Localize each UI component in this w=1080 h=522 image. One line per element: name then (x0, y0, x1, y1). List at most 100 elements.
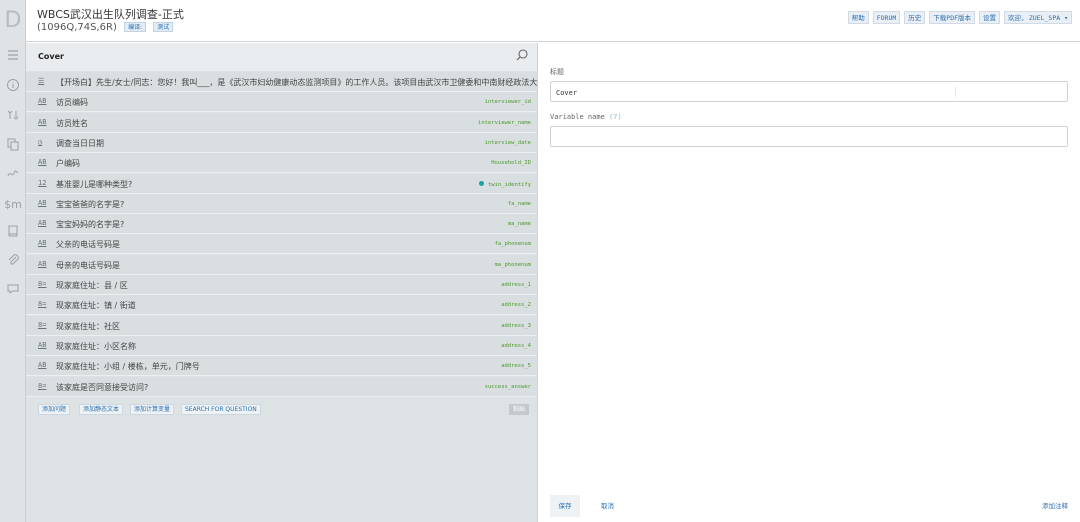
question-row[interactable]: 8= 现家庭住址：社区 address_3 (26, 315, 550, 336)
title-label: 标题 (550, 68, 564, 76)
question-row[interactable]: AB 访员姓名 interviewer_name (26, 112, 550, 133)
question-type-icon: AB (38, 198, 47, 207)
test-badge[interactable]: 测试 (153, 22, 174, 32)
copy-icon[interactable] (3, 137, 23, 157)
question-label: 母亲的电话号码是 (56, 260, 120, 270)
question-panel: Cover ☰ 【开场白】先生/女士/同志：您好！我叫___，是《武汉市妇幼健康动… (26, 43, 550, 522)
question-label: 户编码 (56, 159, 80, 169)
variable-name-text: address_2 (501, 302, 531, 309)
settings-link[interactable]: 设置 (979, 11, 1001, 24)
macro-icon[interactable]: $m (3, 195, 23, 215)
app-logo[interactable]: D (4, 6, 22, 36)
question-variable-name: interviewer_id (485, 99, 531, 105)
question-row[interactable]: ◷ 调查当日日期 interview_date (26, 132, 550, 153)
question-type-icon: ☰ (38, 77, 45, 85)
question-variable-name: interviewer_name (478, 120, 531, 126)
search-question-button[interactable]: SEARCH FOR QUESTION (181, 404, 261, 415)
variable-name-text: interviewer_id (484, 99, 531, 106)
forum-link[interactable]: FORUM (872, 11, 901, 24)
variable-name-input[interactable] (550, 126, 1068, 147)
question-row[interactable]: ☰ 【开场白】先生/女士/同志：您好！我叫___，是《武汉市妇幼健康动态监测项目》… (26, 72, 550, 92)
info-icon[interactable] (3, 78, 23, 98)
variable-name-text: Household_ID (491, 160, 531, 167)
stats-text: (1096Q,74S,6R) (37, 22, 117, 33)
question-label: 父亲的电话号码是 (56, 240, 120, 250)
question-type-icon: AB (38, 259, 47, 268)
question-type-icon: AB (38, 239, 47, 248)
variable-name-text: ma_name (507, 221, 531, 228)
add-variable-button[interactable]: 添加计算变量 (130, 404, 175, 415)
question-type-icon: AB (38, 158, 47, 167)
compile-badge[interactable]: 编译: (124, 22, 147, 32)
input-divider (955, 87, 956, 97)
question-variable-name: interview_date (485, 140, 531, 146)
question-label: 现家庭住址：镇 / 街道 (56, 301, 136, 311)
question-type-icon: AB (38, 117, 47, 126)
comment-icon[interactable] (3, 282, 23, 302)
question-type-icon: 8= (38, 280, 47, 288)
question-label: 现家庭住址：小组 / 楼栋，单元，门牌号 (56, 362, 200, 372)
cancel-button[interactable]: 取消 (601, 495, 614, 517)
top-nav: 帮助 FORUM 历史 下载PDF版本 设置 欢迎, ZUEL_SPA ▾ (847, 11, 1072, 24)
question-variable-name: success_answer (485, 384, 531, 390)
question-row[interactable]: AB 访员编码 interviewer_id (26, 92, 550, 113)
user-menu[interactable]: 欢迎, ZUEL_SPA ▾ (1004, 11, 1072, 24)
question-row[interactable]: 8= 现家庭住址：县 / 区 address_1 (26, 275, 550, 295)
question-variable-name: address_1 (501, 282, 531, 288)
question-label: 访员编码 (56, 98, 88, 108)
condition-dot-icon (478, 180, 484, 186)
download-pdf-link[interactable]: 下载PDF版本 (929, 11, 976, 24)
question-label: 【开场白】先生/女士/同志：您好！我叫___，是《武汉市妇幼健康动态监测项目》的… (56, 78, 540, 87)
title-input-value: Cover (556, 89, 578, 97)
search-icon[interactable] (515, 47, 529, 61)
question-type-icon: 8= (38, 381, 47, 390)
left-rail: D $m (0, 0, 26, 522)
question-row[interactable]: AB 宝宝爸爸的名字是? fa_name (26, 193, 550, 214)
save-button[interactable]: 保存 (550, 495, 580, 517)
question-row[interactable]: AB 户编码 Household_ID (26, 153, 550, 174)
section-header[interactable]: Cover (26, 43, 537, 71)
attachment-icon[interactable] (3, 253, 23, 273)
variable-name-label: Variable name (7) (550, 113, 622, 121)
question-row[interactable]: AB 宝宝妈妈的名字是? ma_name (26, 214, 550, 235)
question-row[interactable]: AB 母亲的电话号码是 ma_phonenum (26, 254, 550, 275)
add-question-button[interactable]: 添加问题 (38, 404, 71, 415)
history-link[interactable]: 历史 (904, 11, 926, 24)
question-type-icon: AB (38, 361, 47, 370)
menu-icon[interactable] (3, 48, 23, 68)
question-row[interactable]: AB 父亲的电话号码是 fa_phonenum (26, 234, 550, 255)
add-static-text-button[interactable]: 添加静态文本 (79, 404, 124, 415)
panel-footer: 添加问题 添加静态文本 添加计算变量 SEARCH FOR QUESTION 粘… (26, 396, 537, 426)
paste-button[interactable]: 粘贴 (508, 404, 529, 415)
variable-name-text: fa_name (507, 200, 531, 207)
section-title: Cover (38, 52, 64, 61)
question-label: 宝宝爸爸的名字是? (56, 199, 125, 209)
question-type-icon: AB (38, 219, 47, 228)
question-variable-name: fa_name (508, 201, 531, 207)
title-input[interactable]: Cover (550, 81, 1068, 102)
question-variable-name: address_2 (501, 302, 531, 308)
question-type-icon: AB (38, 97, 47, 106)
add-note-button[interactable]: 添加注释 (1042, 495, 1068, 517)
question-editor: 标题 Cover Variable name (7) 保存 取消 添加注释 (537, 43, 1080, 522)
book-icon[interactable] (3, 224, 23, 244)
question-label: 基准婴儿是哪种类型? (56, 179, 133, 189)
variable-name-label-text: Variable name (550, 113, 605, 121)
question-row[interactable]: 12 基准婴儿是哪种类型? twin_identify (26, 173, 550, 194)
question-variable-name: ma_phonenum (495, 262, 531, 268)
question-row[interactable]: 8= 现家庭住址：镇 / 街道 address_2 (26, 295, 550, 316)
question-type-icon: AB (38, 340, 47, 349)
variable-name-text: address_1 (501, 282, 531, 288)
question-row[interactable]: 8= 该家庭是否同意接受访问? success_answer (26, 376, 550, 397)
variable-name-text: fa_phonenum (494, 241, 531, 248)
routing-icon[interactable] (3, 166, 23, 186)
question-type-icon: 8= (38, 320, 47, 329)
question-label: 现家庭住址：小区名称 (56, 341, 136, 351)
question-label: 该家庭是否同意接受访问? (56, 382, 149, 392)
questions-icon[interactable] (3, 108, 23, 128)
question-label: 访员姓名 (56, 118, 88, 128)
question-row[interactable]: AB 现家庭住址：小组 / 楼栋，单元，门牌号 address_5 (26, 356, 550, 377)
question-row[interactable]: AB 现家庭住址：小区名称 address_4 (26, 335, 550, 356)
help-link[interactable]: 帮助 (847, 11, 869, 24)
question-variable-name: Household_ID (491, 160, 531, 166)
